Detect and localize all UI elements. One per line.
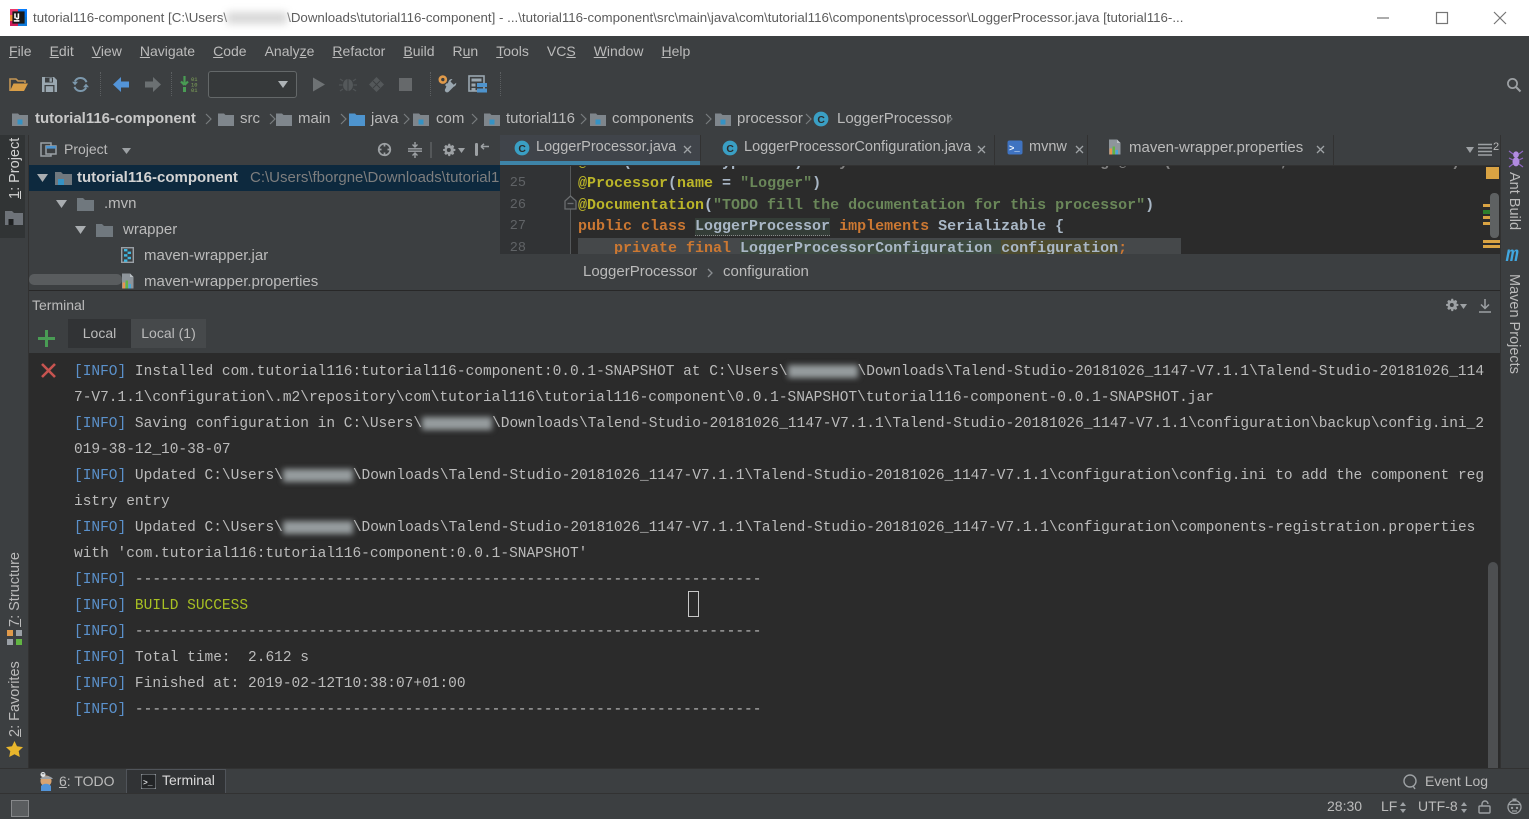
svg-text:C: C	[817, 115, 825, 126]
svg-text:C: C	[518, 144, 526, 155]
svg-text:01: 01	[191, 88, 197, 94]
svg-text:C: C	[726, 144, 734, 155]
svg-text:>_: >_	[143, 779, 153, 788]
svg-text:>_: >_	[1009, 144, 1020, 154]
